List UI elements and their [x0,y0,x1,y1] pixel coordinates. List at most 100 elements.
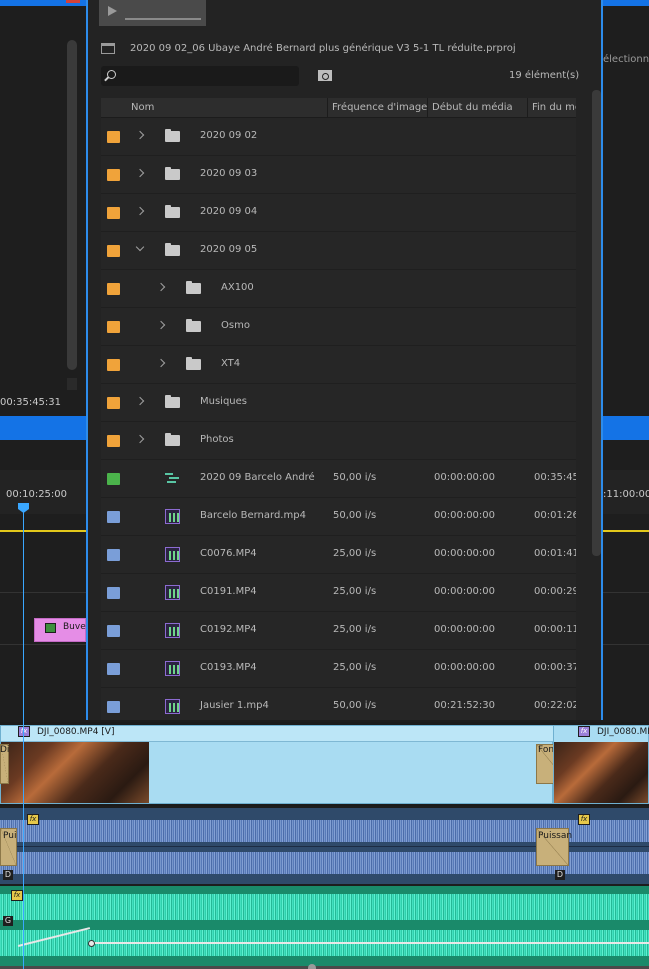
video-file-icon [165,661,180,676]
item-framerate: 50,00 i/s [333,510,377,521]
label-color-swatch[interactable] [107,397,120,409]
item-count: 19 élément(s) [509,70,580,81]
media-row[interactable]: C0076.MP4 25,00 i/s 00:00:00:00 00:01:41 [101,536,576,574]
item-media-start: 00:00:00:00 [434,624,496,635]
search-icon [107,70,116,79]
item-media-end: 00:01:26 [534,510,576,521]
audio-badge: D [555,870,565,880]
media-row[interactable]: Barcelo Bernard.mp4 50,00 i/s 00:00:00:00 0… [101,498,576,536]
premiere-workspace: 00:35:45:31 électionné 00:10:25:00 :11:0… [0,0,649,969]
music-waveform [0,894,649,920]
column-framerate[interactable]: Fréquence d'image [332,102,427,113]
title-clip[interactable]: Buvet [34,618,89,642]
item-name: C0193.MP4 [200,662,257,673]
item-media-start: 00:21:52:30 [434,700,496,711]
media-row[interactable]: C0191.MP4 25,00 i/s 00:00:00:00 00:00:29 [101,574,576,612]
chevron-right-icon[interactable] [135,434,145,444]
media-row[interactable]: C0193.MP4 25,00 i/s 00:00:00:00 00:00:37 [101,650,576,688]
bin-row[interactable]: 2020 09 04 [101,194,576,232]
list-header: Nom Fréquence d'image Début du média Fin… [101,98,576,118]
new-bin-from-search-icon[interactable] [318,70,332,81]
column-divider[interactable] [427,98,428,118]
preview-thumbnail[interactable] [99,0,206,26]
label-color-swatch[interactable] [107,245,120,257]
search-input[interactable] [101,66,299,86]
video-clip-title: DJI_0080.MP4 [V] [37,727,115,737]
column-media-end[interactable]: Fin du mé [532,102,576,113]
item-name: Photos [200,434,234,445]
timeline-zoom-handle[interactable] [308,964,316,969]
item-name: Osmo [221,320,250,331]
music-track[interactable] [0,886,649,966]
label-color-swatch[interactable] [107,321,120,333]
item-framerate: 50,00 i/s [333,700,377,711]
item-framerate: 25,00 i/s [333,586,377,597]
close-marker [66,0,80,3]
folder-icon [165,243,180,256]
folder-icon [165,129,180,142]
folder-icon [165,167,180,180]
label-color-swatch[interactable] [107,359,120,371]
bin-row[interactable]: 2020 09 02 [101,118,576,156]
label-color-swatch[interactable] [107,701,120,713]
folder-icon [186,319,201,332]
label-color-swatch[interactable] [107,587,120,599]
label-color-swatch[interactable] [107,283,120,295]
bin-row[interactable]: Osmo [101,308,576,346]
clip-thumbnail [554,742,648,803]
bin-row[interactable]: XT4 [101,346,576,384]
right-panel [603,0,649,720]
chevron-right-icon[interactable] [156,358,166,368]
media-row[interactable]: Jausier 1.mp4 50,00 i/s 00:21:52:30 00:22:0… [101,688,576,720]
work-area-bar[interactable] [0,530,86,532]
playhead-line [23,510,24,969]
media-row[interactable]: C0192.MP4 25,00 i/s 00:00:00:00 00:00:11 [101,612,576,650]
folder-icon [186,357,201,370]
bin-row[interactable]: 2020 09 03 [101,156,576,194]
volume-keyframe[interactable] [88,940,95,947]
column-media-start[interactable]: Début du média [432,102,513,113]
label-color-swatch[interactable] [107,207,120,219]
column-divider[interactable] [527,98,528,118]
play-icon[interactable] [108,6,117,16]
item-media-start: 00:00:00:00 [434,510,496,521]
preview-scrub-bar[interactable] [125,18,201,20]
chevron-right-icon[interactable] [156,282,166,292]
chevron-down-icon[interactable] [135,242,145,252]
bin-row[interactable]: Musiques [101,384,576,422]
left-scrollbar-track[interactable] [67,378,77,390]
media-row[interactable]: 2020 09 Barcelo André 50,00 i/s 00:00:00:0… [101,460,576,498]
item-framerate: 25,00 i/s [333,624,377,635]
bin-row[interactable]: Photos [101,422,576,460]
chevron-right-icon[interactable] [135,396,145,406]
bin-row[interactable]: AX100 [101,270,576,308]
label-color-swatch[interactable] [107,131,120,143]
label-color-swatch[interactable] [107,511,120,523]
chevron-right-icon[interactable] [135,206,145,216]
label-color-swatch[interactable] [107,169,120,181]
chevron-right-icon[interactable] [156,320,166,330]
item-name: 2020 09 02 [200,130,258,141]
fx-icon: fx [27,814,39,825]
item-media-start: 00:00:00:00 [434,662,496,673]
label-color-swatch[interactable] [107,663,120,675]
column-name[interactable]: Nom [131,102,154,113]
column-divider[interactable] [327,98,328,118]
label-color-swatch[interactable] [107,625,120,637]
item-name: C0191.MP4 [200,586,257,597]
video-file-icon [165,699,180,714]
volume-keyframe-line[interactable] [92,942,649,944]
chevron-right-icon[interactable] [135,130,145,140]
project-scrollbar[interactable] [592,90,601,556]
folder-icon [165,205,180,218]
label-color-swatch[interactable] [107,435,120,447]
bin-row[interactable]: 2020 09 05 [101,232,576,270]
right-panel-label: électionné [603,54,649,65]
item-framerate: 50,00 i/s [333,472,377,483]
label-color-swatch[interactable] [107,549,120,561]
chevron-right-icon[interactable] [135,168,145,178]
work-area-bar[interactable] [603,530,649,532]
label-color-swatch[interactable] [107,473,120,485]
left-scrollbar[interactable] [67,40,77,370]
item-media-end: 00:00:29 [534,586,576,597]
